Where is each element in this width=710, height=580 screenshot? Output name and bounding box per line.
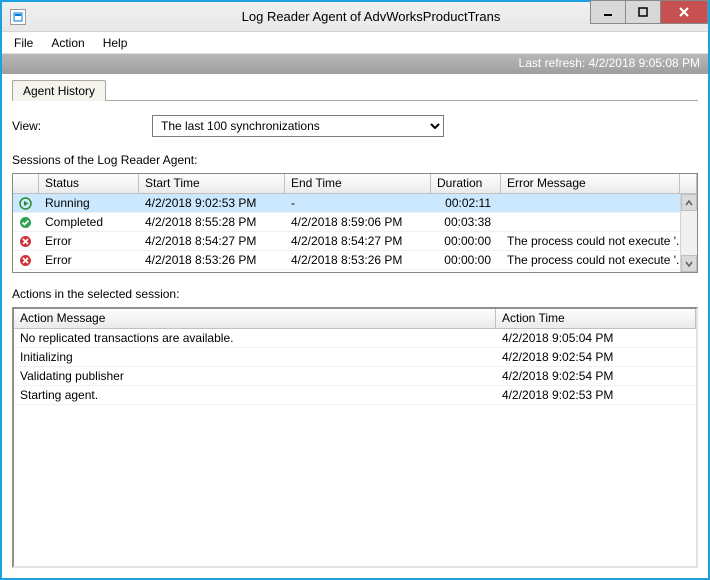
col-scroll-spacer bbox=[680, 174, 697, 193]
minimize-button[interactable] bbox=[590, 0, 626, 24]
cell-duration: 00:03:38 bbox=[431, 214, 501, 230]
titlebar[interactable]: Log Reader Agent of AdvWorksProductTrans bbox=[2, 2, 708, 32]
actions-grid: Action Message Action Time No replicated… bbox=[12, 307, 698, 568]
cell-action-time: 4/2/2018 9:02:54 PM bbox=[496, 349, 696, 365]
window-controls bbox=[591, 0, 708, 29]
content-area: Agent History View: The last 100 synchro… bbox=[2, 74, 708, 578]
close-button[interactable] bbox=[660, 0, 708, 24]
cell-error bbox=[501, 221, 697, 223]
table-row[interactable]: No replicated transactions are available… bbox=[14, 329, 696, 348]
view-row: View: The last 100 synchronizations bbox=[12, 115, 698, 137]
col-start-time[interactable]: Start Time bbox=[139, 174, 285, 193]
last-refresh-strip: Last refresh: 4/2/2018 9:05:08 PM bbox=[2, 54, 708, 74]
cell-error bbox=[501, 202, 697, 204]
view-select[interactable]: The last 100 synchronizations bbox=[152, 115, 444, 137]
actions-grid-header: Action Message Action Time bbox=[14, 309, 696, 329]
error-icon bbox=[13, 232, 39, 250]
cell-end-time: 4/2/2018 8:59:06 PM bbox=[285, 214, 431, 230]
table-row[interactable]: Running4/2/2018 9:02:53 PM-00:02:11 bbox=[13, 194, 697, 213]
view-label: View: bbox=[12, 119, 152, 133]
col-action-message[interactable]: Action Message bbox=[14, 309, 496, 328]
cell-start-time: 4/2/2018 8:54:27 PM bbox=[139, 233, 285, 249]
col-end-time[interactable]: End Time bbox=[285, 174, 431, 193]
table-row[interactable]: Completed4/2/2018 8:55:28 PM4/2/2018 8:5… bbox=[13, 213, 697, 232]
cell-action-message: Validating publisher bbox=[14, 368, 496, 384]
window-frame: Log Reader Agent of AdvWorksProductTrans… bbox=[0, 0, 710, 580]
cell-action-message: No replicated transactions are available… bbox=[14, 330, 496, 346]
table-row[interactable]: Starting agent.4/2/2018 9:02:53 PM bbox=[14, 386, 696, 405]
sessions-label: Sessions of the Log Reader Agent: bbox=[12, 153, 698, 167]
col-action-time[interactable]: Action Time bbox=[496, 309, 696, 328]
menu-file[interactable]: File bbox=[6, 34, 41, 52]
actions-grid-body: No replicated transactions are available… bbox=[14, 329, 696, 566]
cell-action-message: Initializing bbox=[14, 349, 496, 365]
menu-action[interactable]: Action bbox=[43, 34, 92, 52]
col-status[interactable]: Status bbox=[39, 174, 139, 193]
sessions-grid-header: Status Start Time End Time Duration Erro… bbox=[13, 174, 697, 194]
cell-duration: 00:00:00 bbox=[431, 233, 501, 249]
maximize-button[interactable] bbox=[625, 0, 661, 24]
table-row[interactable]: Error4/2/2018 8:53:26 PM4/2/2018 8:53:26… bbox=[13, 251, 697, 270]
cell-end-time: - bbox=[285, 195, 431, 211]
cell-end-time: 4/2/2018 8:54:27 PM bbox=[285, 233, 431, 249]
cell-action-time: 4/2/2018 9:02:53 PM bbox=[496, 387, 696, 403]
cell-error: The process could not execute '... bbox=[501, 233, 697, 249]
sessions-grid: Status Start Time End Time Duration Erro… bbox=[12, 173, 698, 273]
sessions-grid-body: Running4/2/2018 9:02:53 PM-00:02:11Compl… bbox=[13, 194, 697, 272]
running-icon bbox=[13, 194, 39, 212]
cell-action-time: 4/2/2018 9:02:54 PM bbox=[496, 368, 696, 384]
sessions-scrollbar[interactable] bbox=[680, 194, 697, 272]
cell-end-time: 4/2/2018 8:53:26 PM bbox=[285, 252, 431, 268]
table-row[interactable]: Error4/2/2018 8:54:27 PM4/2/2018 8:54:27… bbox=[13, 232, 697, 251]
col-icon[interactable] bbox=[13, 174, 39, 193]
tab-agent-history[interactable]: Agent History bbox=[12, 80, 106, 101]
tab-row: Agent History bbox=[12, 80, 698, 101]
cell-status: Error bbox=[39, 252, 139, 268]
cell-status: Running bbox=[39, 195, 139, 211]
error-icon bbox=[13, 251, 39, 269]
cell-action-message: Starting agent. bbox=[14, 387, 496, 403]
cell-action-time: 4/2/2018 9:05:04 PM bbox=[496, 330, 696, 346]
col-error[interactable]: Error Message bbox=[501, 174, 680, 193]
table-row[interactable]: Initializing4/2/2018 9:02:54 PM bbox=[14, 348, 696, 367]
col-duration[interactable]: Duration bbox=[431, 174, 501, 193]
cell-start-time: 4/2/2018 8:53:26 PM bbox=[139, 252, 285, 268]
cell-duration: 00:02:11 bbox=[431, 195, 501, 211]
table-row[interactable]: Validating publisher4/2/2018 9:02:54 PM bbox=[14, 367, 696, 386]
cell-status: Completed bbox=[39, 214, 139, 230]
app-icon bbox=[10, 9, 26, 25]
menubar: File Action Help bbox=[2, 32, 708, 54]
cell-status: Error bbox=[39, 233, 139, 249]
completed-icon bbox=[13, 213, 39, 231]
cell-start-time: 4/2/2018 8:55:28 PM bbox=[139, 214, 285, 230]
cell-error: The process could not execute '... bbox=[501, 252, 697, 268]
scroll-up-icon[interactable] bbox=[681, 194, 697, 211]
cell-start-time: 4/2/2018 9:02:53 PM bbox=[139, 195, 285, 211]
menu-help[interactable]: Help bbox=[95, 34, 136, 52]
cell-duration: 00:00:00 bbox=[431, 252, 501, 268]
scroll-down-icon[interactable] bbox=[681, 255, 697, 272]
actions-label: Actions in the selected session: bbox=[12, 287, 698, 301]
